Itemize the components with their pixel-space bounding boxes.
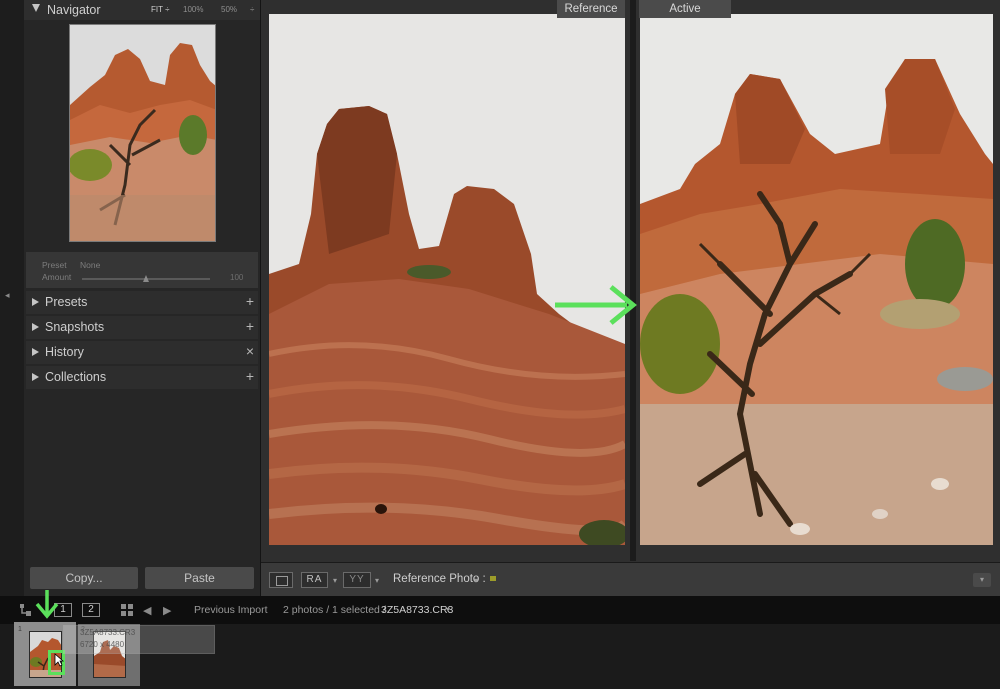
add-preset-icon[interactable]: + xyxy=(246,293,254,309)
grid-icon[interactable] xyxy=(121,604,133,616)
arrow-left-icon[interactable]: ◀ xyxy=(143,604,151,617)
collapse-left-icon[interactable]: ◂ xyxy=(5,290,10,301)
preset-label: Preset xyxy=(42,260,67,270)
add-snapshot-icon[interactable]: + xyxy=(246,318,254,334)
view-toolbar: RA ▾ YY ▾ Reference Photo : ▾ ▾ xyxy=(261,562,1000,596)
history-section-header[interactable]: History × xyxy=(26,341,258,364)
paste-button[interactable]: Paste xyxy=(145,567,254,589)
preset-value[interactable]: None xyxy=(80,260,100,270)
amount-value[interactable]: 100 xyxy=(230,273,243,282)
active-photo[interactable] xyxy=(640,14,993,545)
collections-section-header[interactable]: Collections + xyxy=(26,366,258,389)
zoom-fit-option[interactable]: FIT ÷ xyxy=(151,5,169,14)
active-tab-label: Active xyxy=(639,0,731,18)
active-photo-image xyxy=(640,14,993,545)
left-panel: Navigator FIT ÷ 100% 50% ÷ Preset None A… xyxy=(24,0,260,596)
triangle-down-icon[interactable] xyxy=(32,4,40,12)
tooltip-filename: 3Z5A8733.CR3 xyxy=(80,628,136,637)
profile-panel xyxy=(26,252,258,288)
arrow-right-icon[interactable]: ▶ xyxy=(163,604,171,617)
reference-tab-label: Reference xyxy=(557,0,625,18)
selected-filename[interactable]: 3Z5A8733.CR3 xyxy=(381,604,453,616)
navigator-title: Navigator xyxy=(47,3,101,17)
triangle-right-icon[interactable] xyxy=(32,323,39,331)
collections-label: Collections xyxy=(45,370,107,384)
zoom-more-option[interactable]: ÷ xyxy=(250,5,254,14)
navigator-preview-image xyxy=(70,25,215,241)
triangle-right-icon[interactable] xyxy=(32,373,39,381)
chevron-down-icon[interactable]: ▾ xyxy=(375,576,379,585)
lock-icon[interactable] xyxy=(490,576,496,581)
window-2-button[interactable]: 2 xyxy=(82,603,100,617)
navigator-preview[interactable] xyxy=(69,24,216,242)
presets-section-header[interactable]: Presets + xyxy=(26,291,258,314)
hierarchy-icon[interactable] xyxy=(18,603,32,617)
add-collection-icon[interactable]: + xyxy=(246,368,254,384)
mouse-cursor-icon xyxy=(54,653,64,667)
triangle-right-icon[interactable] xyxy=(32,348,39,356)
view-divider xyxy=(630,0,636,561)
zoom-50-option[interactable]: 50% xyxy=(221,5,237,14)
filmstrip-source[interactable]: Previous Import xyxy=(194,604,268,616)
chevron-down-icon[interactable]: ▾ xyxy=(333,576,337,585)
snapshots-section-header[interactable]: Snapshots + xyxy=(26,316,258,339)
navigator-header[interactable]: Navigator FIT ÷ 100% 50% ÷ xyxy=(24,0,260,20)
chevron-down-icon[interactable]: ▾ xyxy=(446,605,450,614)
toolbar-options-button[interactable]: ▾ xyxy=(973,573,991,587)
loupe-view-button[interactable] xyxy=(269,572,293,588)
clear-history-icon[interactable]: × xyxy=(246,343,254,359)
triangle-right-icon[interactable] xyxy=(32,298,39,306)
copy-button[interactable]: Copy... xyxy=(30,567,138,589)
reference-photo-image xyxy=(269,14,625,545)
annotation-arrow-right-icon xyxy=(555,285,637,325)
reference-active-view-button[interactable]: RA xyxy=(301,572,328,588)
left-panel-toggle-strip[interactable]: ◂ xyxy=(0,0,24,596)
history-label: History xyxy=(45,345,84,359)
photo-count: 2 photos / 1 selected / xyxy=(283,604,386,616)
amount-label: Amount xyxy=(42,272,72,282)
chevron-down-icon[interactable]: ▾ xyxy=(474,576,478,585)
before-after-view-button[interactable]: YY xyxy=(343,572,371,588)
annotation-arrow-down-icon xyxy=(35,590,59,619)
reference-photo-label: Reference Photo : xyxy=(393,573,486,585)
tooltip-dimensions: 6720 x 4480 xyxy=(80,640,125,649)
filmstrip-cell-index: 1 xyxy=(18,626,22,633)
presets-label: Presets xyxy=(45,295,88,309)
snapshots-label: Snapshots xyxy=(45,320,105,334)
reference-view-area: Reference Active RA ▾ YY ▾ Reference Pho… xyxy=(261,0,1000,596)
reference-photo[interactable] xyxy=(269,14,625,545)
zoom-100-option[interactable]: 100% xyxy=(183,5,203,14)
